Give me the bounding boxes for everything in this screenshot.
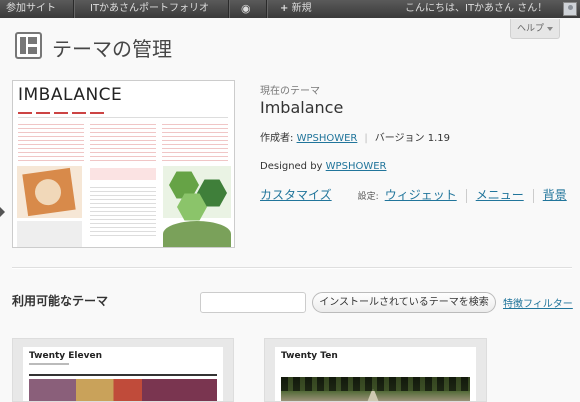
screenshot-book-image [17,166,82,218]
theme-thumbnail-title: Twenty Eleven [29,351,102,361]
theme-version: バージョン 1.19 [374,133,450,144]
screenshot-article [86,166,160,246]
new-label: 新規 [291,3,312,14]
designed-by-label: Designed by [260,161,323,172]
designed-by: Designed by WPSHOWER [260,161,386,172]
appearance-icon [15,32,42,59]
screenshot-menu-lines [18,121,230,161]
screenshot-globe-image [163,221,231,247]
screenshot-hexagon-image [163,166,231,221]
collapse-arrow-icon[interactable] [0,207,5,217]
avatar[interactable] [563,2,577,16]
theme-options: カスタマイズ 設定: ウィジェット メニュー 背景 [260,186,567,203]
help-tab[interactable]: ヘルプ [510,19,560,39]
search-themes-button[interactable]: インストールされているテーマを検索 [312,292,496,313]
current-theme-screenshot: IMBALANCE [12,80,235,248]
theme-thumbnail-twenty-eleven[interactable]: Twenty Eleven [12,338,234,402]
author-link[interactable]: WPSHOWER [297,133,358,144]
screenshot-nav [18,112,228,118]
available-themes-heading: 利用可能なテーマ [12,294,109,308]
widgets-link[interactable]: ウィジェット [385,188,457,202]
account-greeting[interactable]: こんにちは、ITかあさん さん！ [405,0,547,18]
background-link[interactable]: 背景 [543,188,567,202]
author-label: 作成者: [260,133,294,144]
feature-filter-link[interactable]: 特徴フィルター [503,295,573,310]
help-label: ヘルプ [517,24,545,34]
theme-meta: 作成者: WPSHOWER | バージョン 1.19 [260,133,450,144]
admin-bar-separator [73,0,74,18]
chevron-down-icon [547,27,553,31]
admin-bar-separator [228,0,229,18]
designer-link[interactable]: WPSHOWER [326,161,387,172]
current-theme-label: 現在のテーマ [260,86,320,97]
screenshot-logo: IMBALANCE [18,85,123,105]
header-image [29,379,217,401]
site-name-link[interactable]: 参加サイト [6,0,56,18]
customize-link[interactable]: カスタマイズ [260,188,332,202]
page-title: テーマの管理 [52,37,172,61]
admin-bar-separator [266,0,267,18]
screenshot-image [17,221,82,247]
theme-thumbnail-twenty-ten[interactable]: Twenty Ten [264,338,487,402]
plus-icon: + [280,3,289,14]
current-theme-name: Imbalance [260,98,344,117]
header-image [281,377,470,401]
admin-bar: 参加サイト ITかあさんポートフォリオ ◉ + 新規 こんにちは、ITかあさん … [0,0,580,18]
theme-search-input[interactable] [200,292,306,313]
new-content-button[interactable]: + 新規 [280,0,312,18]
menus-link[interactable]: メニュー [476,188,524,202]
divider [12,267,572,268]
theme-thumbnail-title: Twenty Ten [281,351,338,361]
settings-label: 設定: [357,192,379,202]
speech-bubble-icon[interactable]: ◉ [241,0,251,18]
portfolio-link[interactable]: ITかあさんポートフォリオ [90,0,209,18]
